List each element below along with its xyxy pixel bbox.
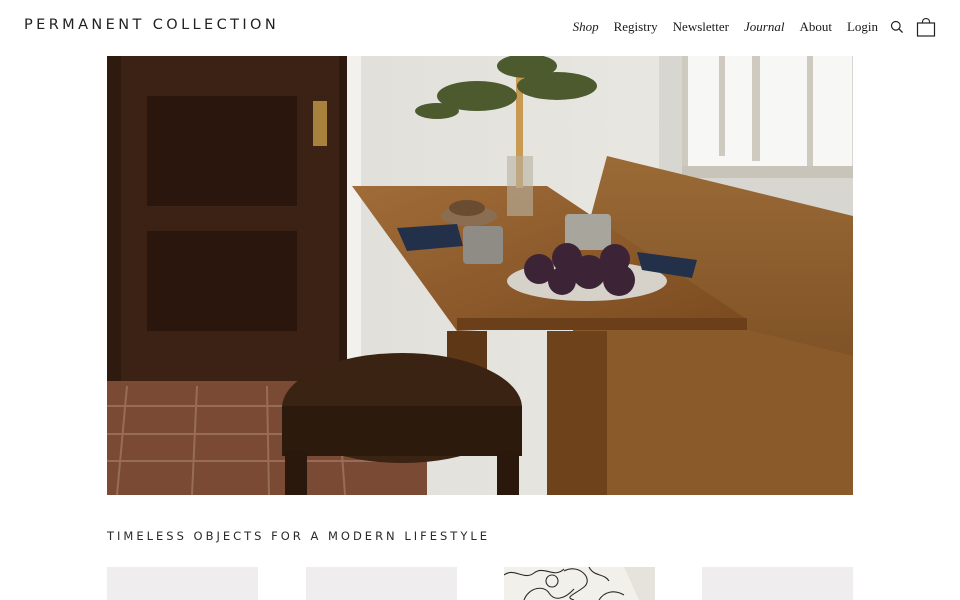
product-thumbnail [107,567,258,600]
product-thumbnail [702,567,853,600]
nav-link-newsletter[interactable]: Newsletter [673,19,729,35]
section-title: TIMELESS OBJECTS FOR A MODERN LIFESTYLE [107,529,491,543]
product-thumbnail [306,567,457,600]
nav-link-shop[interactable]: Shop [573,19,599,35]
product-card[interactable] [107,567,258,600]
brand-logo[interactable]: PERMANENT COLLECTION [24,17,279,33]
nav-link-registry[interactable]: Registry [614,19,658,35]
site-header: PERMANENT COLLECTION Shop Registry Newsl… [0,0,960,56]
nav-link-about[interactable]: About [799,19,832,35]
product-card[interactable] [504,567,655,600]
floral-line-print-thumbnail [504,567,655,600]
search-icon[interactable] [890,20,904,34]
hero-image[interactable] [107,56,853,495]
nav-link-login[interactable]: Login [847,19,878,35]
product-card[interactable] [306,567,457,600]
dining-nook-photo [107,56,853,495]
shopping-bag-icon[interactable] [916,17,936,37]
nav-link-journal[interactable]: Journal [744,19,784,35]
main-nav: Shop Registry Newsletter Journal About L… [558,14,936,40]
product-card[interactable] [702,567,853,600]
